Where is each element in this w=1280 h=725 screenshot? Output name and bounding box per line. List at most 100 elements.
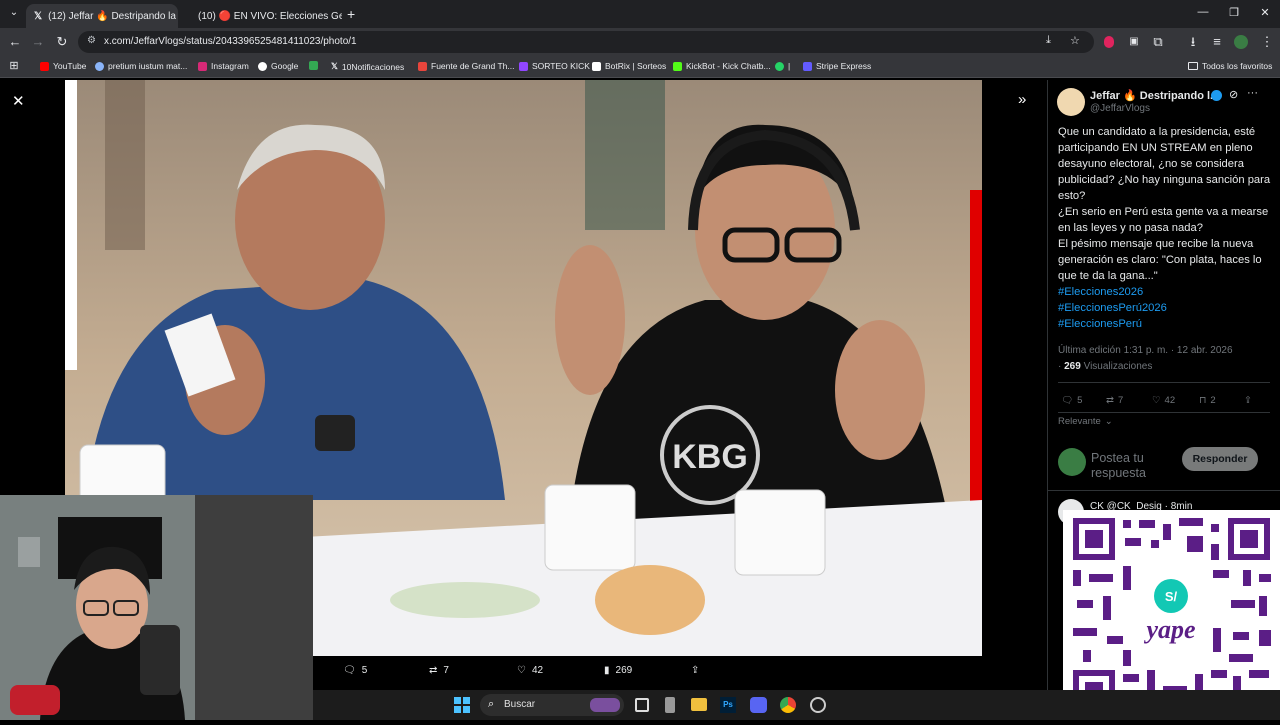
expand-panel-icon[interactable]: » xyxy=(1018,91,1026,108)
menu-icon[interactable]: ⋮ xyxy=(1257,33,1277,51)
chart-icon: ▮ xyxy=(604,665,610,676)
hashtag-link[interactable]: #EleccionesPerú xyxy=(1058,316,1272,332)
share-button[interactable]: ⇪ xyxy=(1244,395,1252,406)
folder-icon xyxy=(1188,62,1198,70)
photo-like-button[interactable]: ♡ 42 xyxy=(517,665,543,676)
divider xyxy=(1058,412,1270,413)
site-info-icon[interactable]: ⚙ xyxy=(87,35,96,46)
close-window-icon[interactable]: ✕ xyxy=(1250,6,1280,24)
photo-share-button[interactable]: ⇪ xyxy=(691,665,699,676)
bookmark-notificaciones[interactable]: 𝕏 10Notificaciones xyxy=(331,61,404,72)
chrome-icon[interactable] xyxy=(780,697,796,713)
more-icon[interactable]: ··· xyxy=(1247,87,1258,99)
wardrobe xyxy=(195,495,313,720)
grok-icon[interactable]: ⊘ xyxy=(1229,88,1238,101)
webcam-overlay xyxy=(0,495,313,720)
photo-repost-button[interactable]: ⇄ 7 xyxy=(429,665,449,676)
task-view-icon[interactable] xyxy=(635,698,649,712)
share-icon: ⇪ xyxy=(691,665,700,676)
microphone xyxy=(10,685,60,715)
new-tab-icon[interactable]: + xyxy=(347,6,355,22)
puzzle-icon[interactable]: ⧉ xyxy=(1148,33,1168,51)
bookmark-fuente[interactable]: Fuente de Grand Th... xyxy=(418,61,514,71)
obs-icon[interactable] xyxy=(810,697,826,713)
reply-input[interactable]: Postea tu respuesta xyxy=(1091,451,1175,481)
author-name[interactable]: Jeffar 🔥 Destripando l... xyxy=(1090,89,1219,102)
bookmark-youtube[interactable]: YouTube xyxy=(40,61,86,71)
bookmark-botrix[interactable]: BotRix | Sorteos xyxy=(592,61,666,71)
address-bar[interactable]: ⚙ x.com/JeffarVlogs/status/2043396525481… xyxy=(78,31,1094,53)
bookmark-instagram[interactable]: Instagram xyxy=(198,61,249,71)
taskbar-search[interactable]: ⌕ Buscar xyxy=(480,694,624,716)
tab-search-icon[interactable]: ⌄ xyxy=(4,4,24,22)
heart-icon: ♡ xyxy=(517,665,526,676)
photoshop-icon[interactable]: Ps xyxy=(720,697,736,713)
hashtag-link[interactable]: #Elecciones2026 xyxy=(1058,284,1272,300)
botrix-icon xyxy=(592,61,601,71)
minimize-icon[interactable]: — xyxy=(1188,6,1218,24)
extension-red-icon[interactable] xyxy=(1104,36,1114,48)
bookmark-whatsapp[interactable]: | xyxy=(775,61,790,71)
background-person xyxy=(585,80,665,230)
coffee-cup xyxy=(734,489,826,576)
bookmark-kickbot[interactable]: KickBot - Kick Chatb... xyxy=(673,61,771,71)
forward-icon[interactable]: → xyxy=(28,33,48,51)
qr-code: S/ yape xyxy=(1073,518,1271,712)
profile-avatar[interactable] xyxy=(1234,35,1248,49)
extension-icon[interactable]: ▣ xyxy=(1124,33,1144,51)
kick-icon xyxy=(519,61,528,71)
tweet-paragraph: El pésimo mensaje que recibe la nueva ge… xyxy=(1058,238,1262,282)
install-icon[interactable]: ⤓ xyxy=(1046,34,1051,47)
windows-taskbar: ⌕ Buscar Ps xyxy=(313,690,1280,720)
repost-button[interactable]: ⇄ 7 xyxy=(1106,395,1123,406)
browser-toolbar: ← → ↻ ⚙ x.com/JeffarVlogs/status/2043396… xyxy=(0,28,1280,56)
webcam-scene xyxy=(0,495,313,720)
bookmark-sorteo-kick[interactable]: SORTEO KICK xyxy=(519,61,590,71)
tab-en-vivo[interactable]: (10) 🔴 EN VIVO: Elecciones Ge... ✕ xyxy=(184,4,342,28)
reload-icon[interactable]: ↻ xyxy=(52,33,72,51)
search-label: Buscar xyxy=(504,699,536,710)
close-icon[interactable]: ✕ xyxy=(12,92,25,110)
views-count: 269 xyxy=(1064,361,1081,372)
reply-icon: 🗨 xyxy=(1061,395,1074,406)
all-bookmarks[interactable]: Todos los favoritos xyxy=(1188,61,1272,71)
author-avatar[interactable] xyxy=(1057,88,1085,116)
repost-icon: ⇄ xyxy=(429,665,438,676)
media-icon[interactable]: ≡ xyxy=(1207,33,1227,51)
photo-reply-button[interactable]: 🗨 5 xyxy=(343,665,367,676)
app-icon[interactable] xyxy=(665,697,675,713)
extension-icon xyxy=(309,61,318,70)
back-icon[interactable]: ← xyxy=(5,33,25,51)
divider xyxy=(1058,382,1270,383)
windows-start-icon[interactable] xyxy=(454,697,470,713)
sort-dropdown[interactable]: Relevante ⌄ xyxy=(1058,416,1113,427)
bookmark-stripe[interactable]: Stripe Express xyxy=(803,61,871,71)
edited-timestamp[interactable]: Última edición 1:31 p. m. · 12 abr. 2026 xyxy=(1058,345,1233,356)
photo-views-button[interactable]: ▮ 269 xyxy=(604,665,632,676)
bookmark-star-extension[interactable] xyxy=(309,61,318,70)
bookmark-google[interactable]: Google xyxy=(258,61,298,71)
red-stripe xyxy=(970,190,982,510)
x-logo-icon: 𝕏 xyxy=(34,10,43,22)
bookmarks-bar: ⊞ YouTube pretium iustum mat... Instagra… xyxy=(0,56,1280,78)
bookmark-pretium[interactable]: pretium iustum mat... xyxy=(95,61,187,71)
reply-submit-button[interactable]: Responder xyxy=(1182,447,1258,471)
bookmark-star-icon[interactable]: ☆ xyxy=(1070,34,1080,47)
young-man-hand-right xyxy=(835,320,925,460)
restore-icon[interactable]: ❐ xyxy=(1219,6,1249,24)
discord-icon[interactable] xyxy=(750,697,767,713)
file-explorer-icon[interactable] xyxy=(691,698,707,711)
apps-icon[interactable]: ⊞ xyxy=(4,57,24,75)
author-handle[interactable]: @JeffarVlogs xyxy=(1090,103,1150,114)
search-icon: ⌕ xyxy=(488,698,495,710)
reply-button[interactable]: 🗨 5 xyxy=(1061,395,1082,406)
download-icon[interactable]: ⭳ xyxy=(1183,33,1203,51)
tab-jeffar[interactable]: 𝕏 (12) Jeffar 🔥 Destripando la F... ✕ xyxy=(26,4,178,28)
like-button[interactable]: ♡ 42 xyxy=(1152,395,1175,406)
hashtag-link[interactable]: #EleccionesPerú2026 xyxy=(1058,300,1272,316)
chair xyxy=(140,625,180,695)
url-text: x.com/JeffarVlogs/status/204339652548141… xyxy=(104,36,357,47)
reply-icon: 🗨 xyxy=(343,665,356,676)
bookmark-button[interactable]: ⊓ 2 xyxy=(1199,395,1216,406)
kbg-logo-text: KBG xyxy=(672,438,748,476)
